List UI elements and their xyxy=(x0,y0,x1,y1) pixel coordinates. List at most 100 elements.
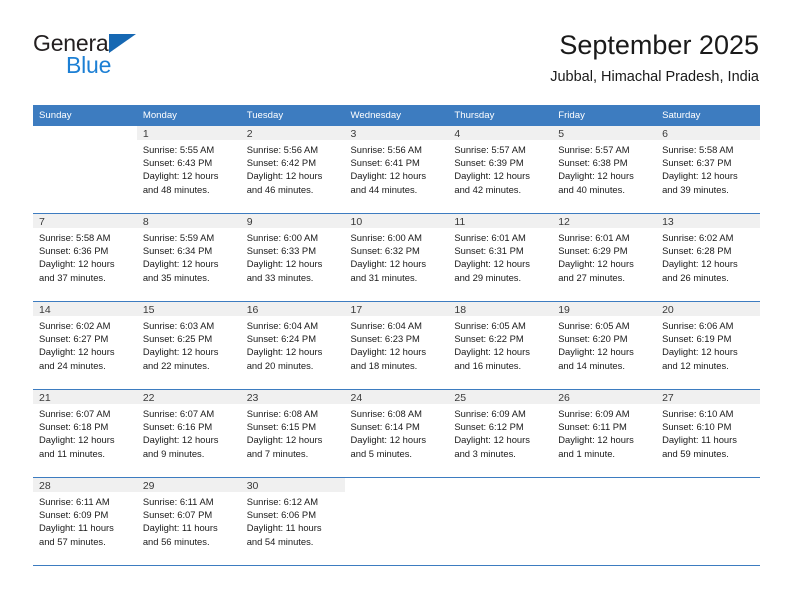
daylight-duration-line1: Daylight: 12 hours xyxy=(39,434,115,446)
day-number xyxy=(656,478,760,492)
daylight-duration-line1: Daylight: 12 hours xyxy=(350,434,427,446)
calendar-day-cell[interactable]: 25 Sunrise: 6:09 AM Sunset: 6:12 PM Dayligh… xyxy=(448,390,553,478)
calendar-day-cell[interactable]: 20 Sunrise: 6:06 AM Sunset: 6:19 PM Dayligh… xyxy=(656,302,760,390)
sunset-time: Sunset: 6:39 PM xyxy=(454,157,524,169)
calendar-day-cell[interactable]: 13 Sunrise: 6:02 AM Sunset: 6:28 PM Dayligh… xyxy=(656,214,760,302)
calendar-day-cell[interactable]: 1 Sunrise: 5:55 AM Sunset: 6:43 PM Daylight… xyxy=(136,126,241,214)
calendar-day-cell[interactable]: 11 Sunrise: 6:01 AM Sunset: 6:31 PM Dayligh… xyxy=(448,214,553,302)
day-details: Sunrise: 6:10 AM Sunset: 6:10 PM Daylight:… xyxy=(656,404,760,460)
calendar-day-cell[interactable]: 12 Sunrise: 6:01 AM Sunset: 6:29 PM Dayligh… xyxy=(552,214,657,302)
weekday-header-monday: Monday xyxy=(136,105,241,126)
calendar-cell: 10 Sunrise: 6:00 AM Sunset: 6:32 PM Dayligh… xyxy=(344,214,449,302)
daylight-duration-line1: Daylight: 12 hours xyxy=(246,170,323,182)
day-details: Sunrise: 5:58 AM Sunset: 6:36 PM Daylight:… xyxy=(33,228,137,284)
calendar-day-cell[interactable]: 19 Sunrise: 6:05 AM Sunset: 6:20 PM Dayligh… xyxy=(552,302,657,390)
sunrise-time: Sunrise: 6:02 AM xyxy=(662,232,734,243)
calendar-day-cell[interactable]: 8 Sunrise: 5:59 AM Sunset: 6:34 PM Daylight… xyxy=(136,214,241,302)
calendar-cell: 15 Sunrise: 6:03 AM Sunset: 6:25 PM Dayligh… xyxy=(136,302,241,390)
daylight-duration-line1: Daylight: 12 hours xyxy=(558,170,634,182)
sunrise-time: Sunrise: 6:03 AM xyxy=(142,320,215,331)
calendar-day-cell[interactable]: 18 Sunrise: 6:05 AM Sunset: 6:22 PM Dayligh… xyxy=(448,302,553,390)
calendar-day-cell[interactable]: 15 Sunrise: 6:03 AM Sunset: 6:25 PM Dayligh… xyxy=(136,302,241,390)
calendar-day-cell[interactable]: 10 Sunrise: 6:00 AM Sunset: 6:32 PM Dayligh… xyxy=(344,214,449,302)
daylight-duration-line1: Daylight: 12 hours xyxy=(142,346,219,358)
calendar-day-cell[interactable]: 3 Sunrise: 5:56 AM Sunset: 6:41 PM Daylight… xyxy=(344,126,449,214)
sunset-time: Sunset: 6:16 PM xyxy=(142,421,213,433)
day-number: 15 xyxy=(136,302,241,316)
day-details: Sunrise: 6:02 AM Sunset: 6:28 PM Daylight:… xyxy=(656,228,760,284)
calendar-cell: 9 Sunrise: 6:00 AM Sunset: 6:33 PM Daylight… xyxy=(240,214,345,302)
daylight-duration-line1: Daylight: 12 hours xyxy=(662,258,738,270)
calendar-cell: 11 Sunrise: 6:01 AM Sunset: 6:31 PM Dayligh… xyxy=(448,214,553,302)
calendar-cell: 24 Sunrise: 6:08 AM Sunset: 6:14 PM Dayligh… xyxy=(344,390,449,478)
calendar-day-cell[interactable]: 30 Sunrise: 6:12 AM Sunset: 6:06 PM Dayligh… xyxy=(240,478,345,566)
daylight-duration-line1: Daylight: 12 hours xyxy=(454,170,530,182)
day-details: Sunrise: 6:02 AM Sunset: 6:27 PM Daylight:… xyxy=(33,316,137,372)
weekday-header-saturday: Saturday xyxy=(656,105,760,126)
day-number: 22 xyxy=(136,390,241,404)
day-number xyxy=(345,478,449,492)
calendar-cell: 23 Sunrise: 6:08 AM Sunset: 6:15 PM Dayligh… xyxy=(240,390,345,478)
daylight-duration-line2: and 7 minutes. xyxy=(246,447,309,459)
sunset-time: Sunset: 6:19 PM xyxy=(662,333,732,345)
daylight-duration-line1: Daylight: 12 hours xyxy=(142,170,219,182)
calendar-day-cell[interactable]: 14 Sunrise: 6:02 AM Sunset: 6:27 PM Dayligh… xyxy=(33,302,137,390)
calendar-cell: 27 Sunrise: 6:10 AM Sunset: 6:10 PM Dayligh… xyxy=(656,390,760,478)
calendar-cell: 17 Sunrise: 6:04 AM Sunset: 6:23 PM Dayligh… xyxy=(344,302,449,390)
calendar-empty-cell xyxy=(656,478,760,566)
calendar-day-cell[interactable]: 16 Sunrise: 6:04 AM Sunset: 6:24 PM Dayligh… xyxy=(240,302,345,390)
calendar-cell: 20 Sunrise: 6:06 AM Sunset: 6:19 PM Dayligh… xyxy=(656,302,760,390)
calendar-cell: 8 Sunrise: 5:59 AM Sunset: 6:34 PM Daylight… xyxy=(136,214,241,302)
calendar-cell: 6 Sunrise: 5:58 AM Sunset: 6:37 PM Daylight… xyxy=(656,126,760,214)
sunrise-time: Sunrise: 6:09 AM xyxy=(454,408,526,419)
sunrise-time: Sunrise: 5:59 AM xyxy=(142,232,215,243)
daylight-duration-line1: Daylight: 12 hours xyxy=(142,434,219,446)
calendar-day-cell[interactable]: 21 Sunrise: 6:07 AM Sunset: 6:18 PM Dayligh… xyxy=(33,390,137,478)
calendar-cell xyxy=(344,478,449,566)
calendar-day-cell[interactable]: 23 Sunrise: 6:08 AM Sunset: 6:15 PM Dayligh… xyxy=(240,390,345,478)
calendar-empty-cell xyxy=(344,478,449,566)
logo-text-blue: Blue xyxy=(66,52,112,78)
calendar-day-cell[interactable]: 5 Sunrise: 5:57 AM Sunset: 6:38 PM Daylight… xyxy=(552,126,657,214)
calendar-day-cell[interactable]: 27 Sunrise: 6:10 AM Sunset: 6:10 PM Dayligh… xyxy=(656,390,760,478)
calendar-cell: 2 Sunrise: 5:56 AM Sunset: 6:42 PM Daylight… xyxy=(240,126,345,214)
daylight-duration-line2: and 56 minutes. xyxy=(142,535,210,547)
day-number: 20 xyxy=(656,302,760,316)
daylight-duration-line1: Daylight: 12 hours xyxy=(350,170,427,182)
day-number: 11 xyxy=(448,214,553,228)
day-number: 6 xyxy=(656,126,760,140)
daylight-duration-line2: and 5 minutes. xyxy=(350,447,413,459)
page-title: September 2025 xyxy=(559,30,759,60)
sunset-time: Sunset: 6:28 PM xyxy=(662,245,732,257)
sunrise-time: Sunrise: 5:57 AM xyxy=(558,144,630,155)
sunrise-time: Sunrise: 6:01 AM xyxy=(558,232,630,243)
calendar-day-cell[interactable]: 2 Sunrise: 5:56 AM Sunset: 6:42 PM Daylight… xyxy=(240,126,345,214)
calendar-day-cell[interactable]: 28 Sunrise: 6:11 AM Sunset: 6:09 PM Dayligh… xyxy=(33,478,137,566)
sunrise-time: Sunrise: 6:07 AM xyxy=(39,408,111,419)
calendar-cell: 29 Sunrise: 6:11 AM Sunset: 6:07 PM Dayligh… xyxy=(136,478,241,566)
calendar-day-cell[interactable]: 29 Sunrise: 6:11 AM Sunset: 6:07 PM Dayligh… xyxy=(136,478,241,566)
calendar-day-cell[interactable]: 7 Sunrise: 5:58 AM Sunset: 6:36 PM Daylight… xyxy=(33,214,137,302)
sunset-time: Sunset: 6:24 PM xyxy=(246,333,316,345)
day-number: 16 xyxy=(240,302,345,316)
sunset-time: Sunset: 6:22 PM xyxy=(454,333,524,345)
daylight-duration-line2: and 59 minutes. xyxy=(662,447,729,459)
daylight-duration-line2: and 20 minutes. xyxy=(246,359,314,371)
calendar-day-cell[interactable]: 17 Sunrise: 6:04 AM Sunset: 6:23 PM Dayligh… xyxy=(344,302,449,390)
calendar-day-cell[interactable]: 22 Sunrise: 6:07 AM Sunset: 6:16 PM Dayligh… xyxy=(136,390,241,478)
day-details: Sunrise: 5:57 AM Sunset: 6:39 PM Daylight:… xyxy=(448,140,552,196)
calendar-day-cell[interactable]: 6 Sunrise: 5:58 AM Sunset: 6:37 PM Daylight… xyxy=(656,126,760,214)
calendar-day-cell[interactable]: 26 Sunrise: 6:09 AM Sunset: 6:11 PM Dayligh… xyxy=(552,390,657,478)
calendar-cell: 5 Sunrise: 5:57 AM Sunset: 6:38 PM Daylight… xyxy=(552,126,657,214)
calendar-day-cell[interactable]: 24 Sunrise: 6:08 AM Sunset: 6:14 PM Dayligh… xyxy=(344,390,449,478)
sunrise-time: Sunrise: 6:05 AM xyxy=(454,320,526,331)
weekday-header-row: Sunday Monday Tuesday Wednesday Thursday… xyxy=(33,105,760,126)
calendar-day-cell[interactable]: 4 Sunrise: 5:57 AM Sunset: 6:39 PM Daylight… xyxy=(448,126,553,214)
calendar-cell: 1 Sunrise: 5:55 AM Sunset: 6:43 PM Daylight… xyxy=(136,126,241,214)
calendar-cell: 22 Sunrise: 6:07 AM Sunset: 6:16 PM Dayligh… xyxy=(136,390,241,478)
calendar-cell xyxy=(656,478,760,566)
daylight-duration-line1: Daylight: 12 hours xyxy=(246,258,323,270)
calendar-body: 1 Sunrise: 5:55 AM Sunset: 6:43 PM Daylight… xyxy=(33,126,760,566)
title-block: September 2025 Jubbal, Himachal Pradesh,… xyxy=(550,28,759,88)
calendar-day-cell[interactable]: 9 Sunrise: 6:00 AM Sunset: 6:33 PM Daylight… xyxy=(240,214,345,302)
